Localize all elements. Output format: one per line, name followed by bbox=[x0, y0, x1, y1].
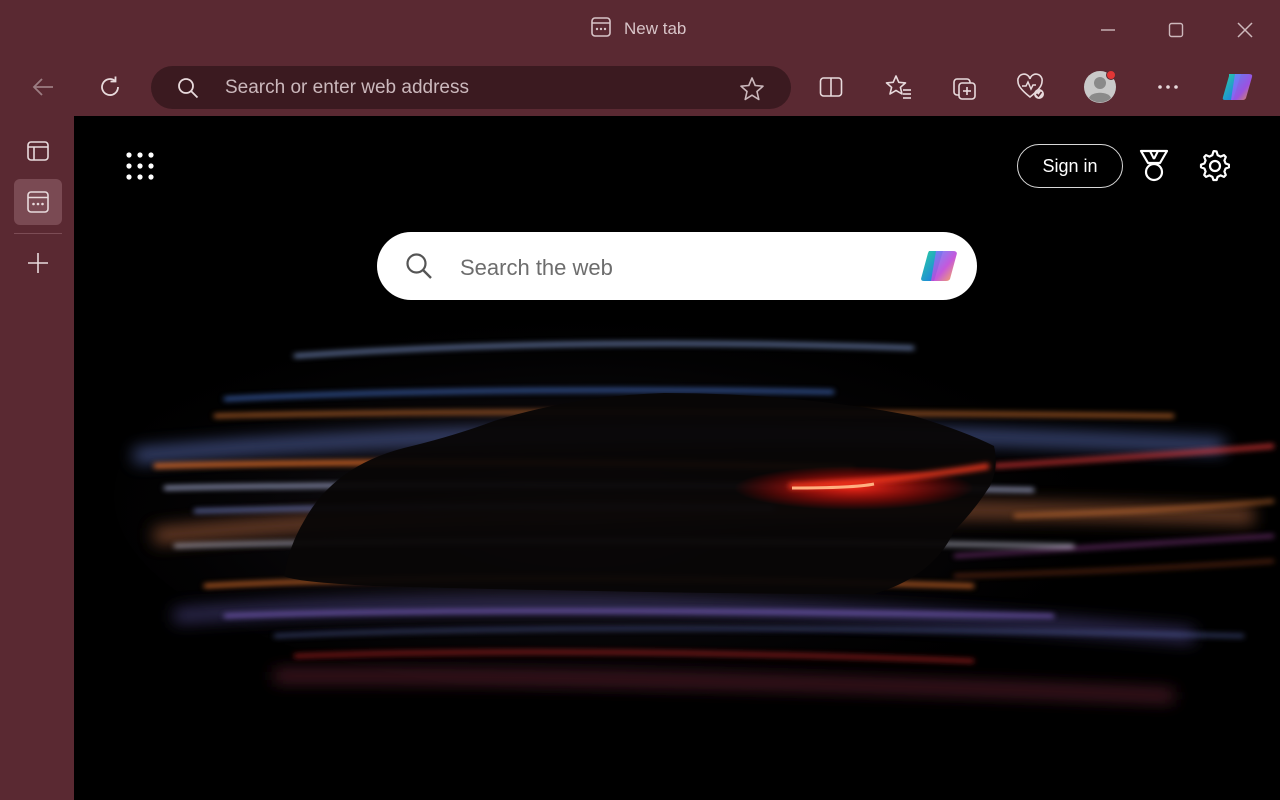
heart-pulse-icon bbox=[1017, 73, 1044, 99]
background-car-image bbox=[114, 296, 1275, 702]
browser-toolbar: Search or enter web address bbox=[0, 58, 1280, 116]
web-search-box[interactable]: Search the web bbox=[377, 232, 977, 300]
new-tab-page-icon bbox=[27, 191, 49, 213]
close-icon bbox=[1237, 22, 1253, 38]
tab-new-tab[interactable] bbox=[14, 179, 62, 225]
tab-title: New tab bbox=[624, 19, 687, 38]
maximize-button[interactable] bbox=[1160, 14, 1192, 46]
close-window-button[interactable] bbox=[1229, 14, 1261, 46]
gear-icon bbox=[1199, 150, 1230, 182]
back-button[interactable] bbox=[24, 68, 62, 106]
arrow-left-icon bbox=[32, 78, 53, 96]
address-bar[interactable]: Search or enter web address bbox=[151, 66, 791, 109]
minimize-icon bbox=[1101, 29, 1115, 31]
refresh-button[interactable] bbox=[91, 68, 129, 106]
plus-icon bbox=[28, 253, 48, 273]
tab-page-icon bbox=[590, 16, 612, 43]
window-title: New tab bbox=[590, 16, 687, 43]
search-icon bbox=[177, 77, 199, 104]
tab-actions-button[interactable] bbox=[14, 128, 62, 174]
page-settings-button[interactable] bbox=[1194, 146, 1234, 186]
search-icon bbox=[405, 252, 433, 285]
copilot-icon bbox=[921, 251, 957, 281]
vertical-tabs-sidebar bbox=[0, 116, 74, 800]
sidebar-divider bbox=[14, 233, 62, 234]
favorites-button[interactable] bbox=[880, 68, 918, 106]
split-screen-button[interactable] bbox=[812, 68, 850, 106]
title-bar: New tab bbox=[0, 0, 1280, 58]
copilot-button[interactable] bbox=[1219, 68, 1257, 106]
favorites-icon bbox=[885, 75, 911, 99]
sign-in-button[interactable]: Sign in bbox=[1017, 144, 1123, 188]
maximize-icon bbox=[1168, 22, 1184, 38]
copilot-icon bbox=[1222, 74, 1253, 100]
favorite-star-button[interactable] bbox=[739, 76, 765, 107]
avatar bbox=[1083, 70, 1117, 104]
more-options-icon bbox=[1158, 85, 1178, 89]
medal-icon bbox=[1139, 149, 1169, 182]
collections-icon bbox=[953, 78, 976, 100]
collections-button[interactable] bbox=[946, 68, 984, 106]
rewards-button[interactable] bbox=[1134, 146, 1174, 186]
add-tab-button[interactable] bbox=[14, 240, 62, 286]
notification-dot bbox=[1106, 70, 1116, 80]
browser-essentials-button[interactable] bbox=[1012, 68, 1050, 106]
star-icon bbox=[740, 77, 764, 101]
minimize-button[interactable] bbox=[1092, 14, 1124, 46]
refresh-icon bbox=[101, 76, 119, 96]
app-grid-icon bbox=[126, 152, 154, 180]
web-search-placeholder: Search the web bbox=[460, 255, 613, 280]
new-tab-page: Sign in Search the web bbox=[74, 116, 1280, 800]
settings-and-more-button[interactable] bbox=[1149, 68, 1187, 106]
copilot-search-button[interactable] bbox=[917, 245, 963, 292]
address-bar-placeholder: Search or enter web address bbox=[225, 77, 469, 98]
profile-button[interactable] bbox=[1081, 68, 1119, 106]
split-screen-icon bbox=[819, 77, 843, 97]
apps-launcher-button[interactable] bbox=[122, 148, 158, 184]
tab-actions-icon bbox=[27, 141, 49, 161]
